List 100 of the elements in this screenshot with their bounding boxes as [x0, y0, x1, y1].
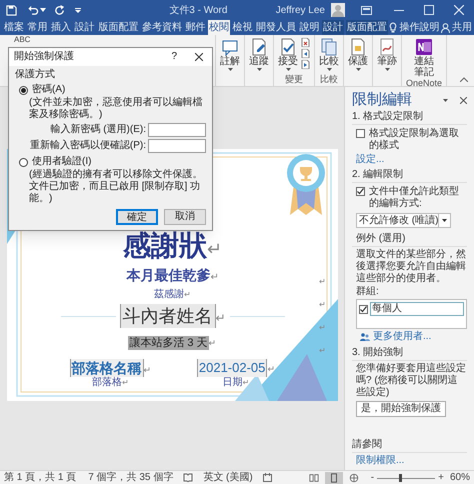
ribbon-tab[interactable]: 版面配置	[97, 20, 140, 35]
date-caption: 日期	[222, 376, 243, 388]
checkmark-icon	[357, 188, 364, 195]
close-icon[interactable]	[195, 53, 203, 61]
pages-icon	[320, 38, 338, 56]
ribbon-button[interactable]: 連結筆記	[413, 38, 436, 78]
book-icon[interactable]	[183, 473, 194, 482]
pane-title: 限制編輯	[352, 90, 413, 110]
tell-me-link[interactable]: 操作說明	[399, 20, 440, 35]
lightbulb-icon	[389, 22, 398, 33]
zoom-level[interactable]: 60%	[450, 472, 470, 484]
ribbon-tab[interactable]: 設計	[74, 20, 96, 35]
question-text: 您準備好要套用這些設定嗎? (您稍後可以關閉這些設定)	[355, 363, 467, 399]
view-button[interactable]	[324, 472, 343, 484]
read-mode-icon	[308, 472, 319, 482]
close-icon[interactable]	[460, 96, 467, 104]
zoom-slider-thumb[interactable]	[399, 474, 402, 482]
user-name: Jeffrey Lee	[276, 4, 325, 18]
dialog-button[interactable]: 確定	[116, 209, 158, 225]
checkbox[interactable]	[359, 305, 368, 314]
collapse-ribbon-icon[interactable]	[460, 77, 468, 82]
paragraph-mark: ↵	[319, 346, 326, 355]
radio-label: 密碼(A)	[32, 84, 66, 96]
ribbon-tab[interactable]: 參考資料	[140, 20, 183, 35]
word-count: 7 個字，共 35 個字	[88, 472, 174, 484]
ribbon-button[interactable]: 接受	[278, 38, 298, 71]
print-layout-icon	[328, 472, 339, 482]
checkmark-icon	[360, 306, 367, 313]
ribbon-display-icon[interactable]	[361, 6, 372, 14]
language-status[interactable]: 英文 (美國)	[203, 472, 253, 484]
next-change-icon[interactable]	[301, 60, 310, 69]
radio-button[interactable]	[19, 86, 28, 94]
paragraph-mark: ↵	[144, 364, 152, 376]
restrict-permission-link[interactable]: 限制權限...	[356, 455, 404, 466]
date-field[interactable]: 2021-02-05	[196, 358, 268, 376]
ribbon-button[interactable]: 比較	[319, 38, 339, 71]
pen-icon	[378, 38, 396, 56]
paragraph-mark: ↵	[242, 376, 250, 388]
groups-label: 群組:	[355, 286, 380, 298]
share-button[interactable]: 共用	[452, 20, 472, 35]
paragraph-mark: ↵	[319, 300, 326, 309]
recipient-name-field[interactable]: 斗內者姓名	[120, 304, 216, 328]
customize-caret-icon[interactable]	[75, 8, 81, 12]
ribbon-tab[interactable]: 說明	[298, 20, 321, 35]
undo-icon[interactable]	[27, 4, 39, 16]
editing-type-dropdown[interactable]: 不允許修改 (唯讀)	[356, 213, 451, 228]
macro-icon[interactable]	[262, 473, 272, 482]
caret-icon[interactable]	[40, 8, 46, 12]
zoom-out-button[interactable]: -	[370, 472, 374, 484]
ribbon-tab[interactable]: 郵件	[184, 20, 206, 35]
ribbon-tab[interactable]: 版面配置	[346, 20, 388, 35]
ribbon-button[interactable]: 註解	[220, 38, 240, 71]
reject-icon[interactable]	[301, 38, 310, 47]
caret-icon	[326, 68, 332, 71]
see-also-heading: 請參閱	[352, 439, 467, 453]
pane-options-caret-icon[interactable]	[443, 98, 448, 102]
section-heading: 2. 編輯限制	[352, 169, 467, 183]
previous-change-icon[interactable]	[301, 49, 310, 58]
caret-icon	[384, 68, 390, 71]
checkbox[interactable]	[356, 187, 365, 196]
start-enforcing-button[interactable]: 是，開始強制保護	[356, 401, 446, 417]
maximize-icon[interactable]	[424, 5, 434, 15]
group-label: 變更	[285, 74, 303, 86]
dialog-title: 開始強制保護	[14, 51, 75, 63]
ribbon-button[interactable]: 筆跡	[377, 38, 397, 71]
page-count: 第 1 頁，共 1 頁	[4, 472, 76, 484]
help-button[interactable]: ?	[171, 51, 177, 63]
group-item[interactable]: 每個人	[370, 302, 464, 316]
description-text: 選取文件的某些部分，然後選擇您要允許自由編輯這些部分的使用者。	[355, 249, 467, 285]
dialog-button[interactable]: 取消	[164, 209, 206, 225]
zoom-slider[interactable]	[377, 474, 436, 482]
paragraph-mark: ↵	[267, 362, 276, 376]
page-icon	[349, 38, 367, 56]
section-heading: 例外 (選用)	[352, 233, 467, 247]
users-icon	[360, 333, 370, 341]
password-field[interactable]	[148, 123, 206, 137]
section-heading: 3. 開始強制	[352, 347, 467, 361]
save-icon[interactable]	[6, 4, 17, 16]
zoom-in-button[interactable]: +	[438, 472, 444, 484]
settings-link[interactable]: 設定...	[356, 154, 384, 165]
ribbon-tab[interactable]: 常用	[26, 20, 49, 35]
reason-field[interactable]: 讓本站多活 3 天	[128, 336, 209, 350]
blog-name-field[interactable]: 部落格名稱	[70, 358, 144, 376]
password-field[interactable]	[148, 139, 206, 153]
ribbon-button[interactable]: 追蹤	[249, 38, 269, 71]
checkbox[interactable]	[356, 129, 365, 138]
paragraph-mark: ↵	[122, 377, 130, 389]
paragraph-mark: ↵	[210, 271, 218, 285]
ribbon-tab[interactable]: 開發人員	[255, 20, 298, 35]
ribbon-button[interactable]: 保護	[348, 38, 368, 71]
redo-icon[interactable]	[54, 4, 65, 16]
ribbon-tab[interactable]: 檢視	[232, 20, 254, 35]
note-text: (文件並未加密，惡意使用者可以編輯檔案及移除密碼。)	[28, 97, 204, 121]
more-users-link[interactable]: 更多使用者...	[373, 331, 432, 343]
caret-icon	[286, 68, 290, 71]
ribbon-tab[interactable]: 插入	[50, 20, 72, 35]
ribbon-tab[interactable]: 設計	[322, 20, 344, 35]
ribbon-tab[interactable]: 檔案	[3, 20, 25, 35]
ribbon-tab[interactable]: 校閱	[208, 20, 230, 35]
radio-button[interactable]	[19, 158, 28, 166]
